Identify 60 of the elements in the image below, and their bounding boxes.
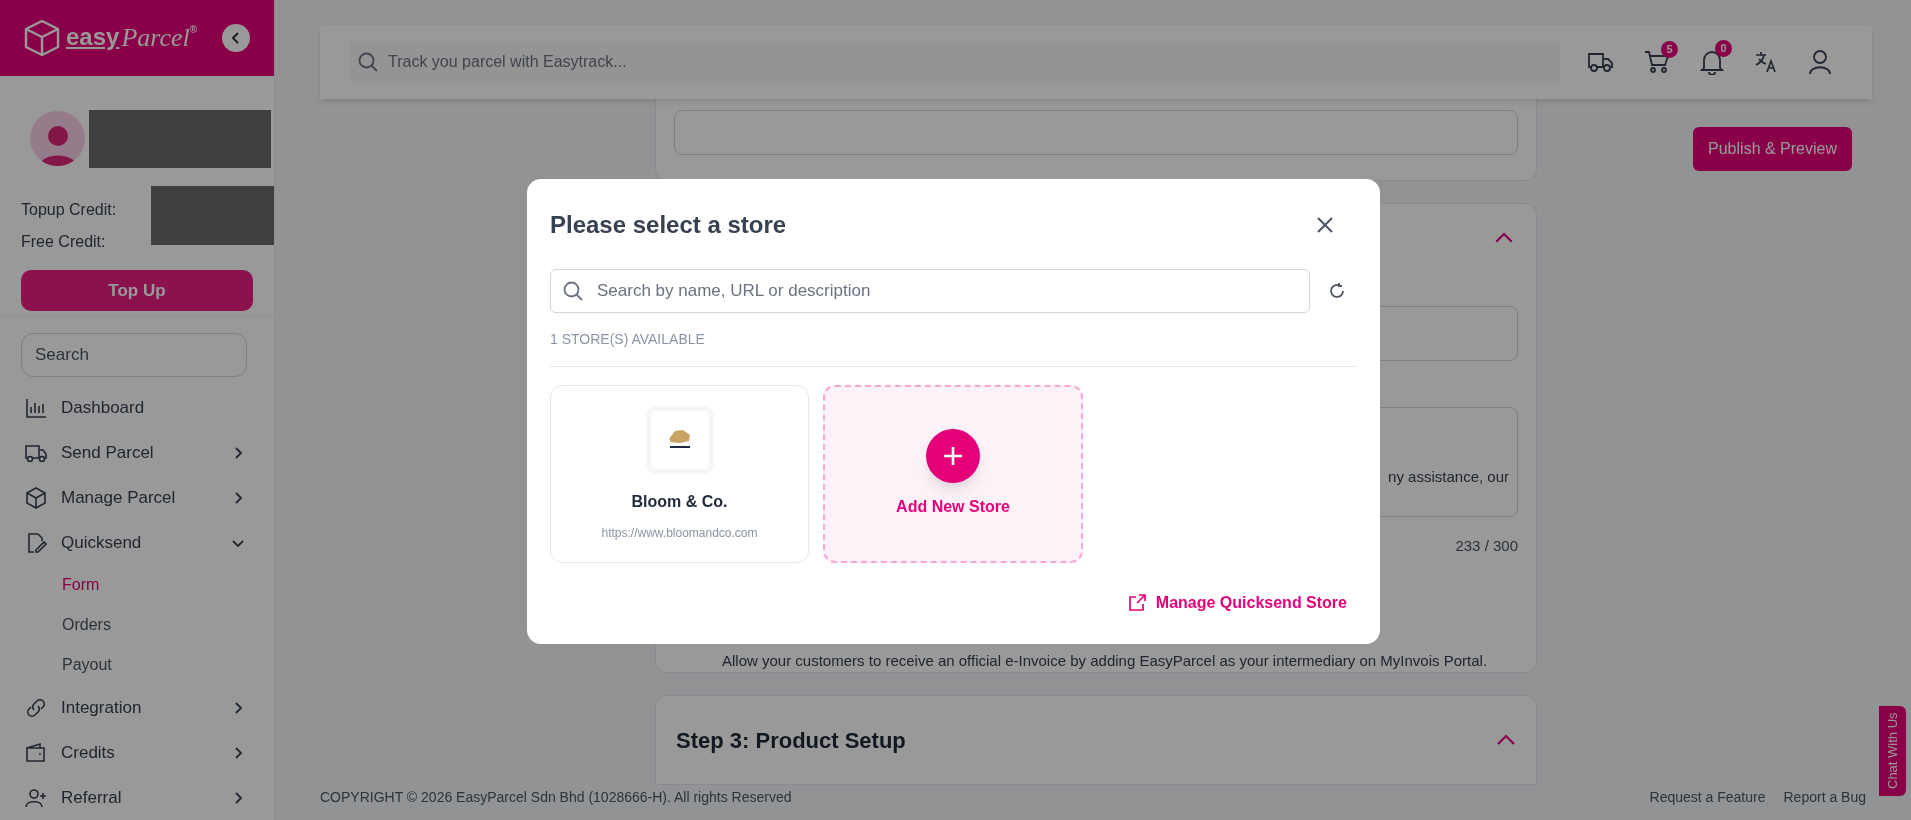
nav-item[interactable]: Integration (0, 685, 274, 730)
cube-logo-icon (24, 18, 60, 57)
wallet-icon (25, 741, 47, 764)
submenu-item[interactable]: Form (0, 565, 274, 605)
store-url: https://www.bloomandco.com (601, 525, 758, 542)
close-icon[interactable] (1317, 217, 1333, 233)
chevron-right-icon (232, 701, 244, 714)
cart-count-badge: 5 (1661, 41, 1678, 59)
nav-item[interactable]: Quicksend (0, 520, 274, 565)
nav-item[interactable]: Referral (0, 775, 274, 820)
nav-item[interactable]: Manage Parcel (0, 475, 274, 520)
chevron-up-icon[interactable] (1496, 734, 1516, 747)
file-edit-icon (25, 531, 47, 554)
bar-chart-icon (25, 396, 47, 419)
nav-item[interactable]: Dashboard (0, 385, 274, 430)
chevron-right-icon (232, 791, 244, 804)
submenu-item[interactable]: Orders (0, 605, 274, 645)
chevron-right-icon (232, 491, 244, 504)
copyright-text: COPYRIGHT © 2026 EasyParcel Sdn Bhd (1028666-H). All rights Reserved (320, 788, 792, 808)
store-name: Bloom & Co. (631, 492, 728, 512)
search-icon (563, 281, 583, 301)
collapse-button[interactable] (222, 23, 250, 52)
store-count: 1 STORE(S) AVAILABLE (550, 330, 706, 349)
input-field[interactable] (674, 110, 1518, 156)
submenu-item[interactable]: Payout (0, 645, 274, 685)
nav-item[interactable]: Credits (0, 730, 274, 775)
user-plus-icon (25, 786, 47, 809)
brand-logo: easyParcel® (66, 24, 198, 51)
add-store-label: Add New Store (896, 497, 1010, 517)
refresh-icon[interactable] (1328, 282, 1346, 300)
chevron-left-icon (231, 31, 241, 44)
link-icon (25, 696, 47, 719)
plus-icon (926, 429, 980, 483)
truck-icon[interactable] (1588, 51, 1614, 74)
translate-icon[interactable] (1754, 50, 1778, 75)
external-link-icon (1127, 594, 1146, 612)
dialog-title: Please select a store (550, 210, 787, 240)
notification-count-badge: 0 (1715, 40, 1732, 58)
search-icon (358, 52, 378, 73)
user-icon[interactable] (1808, 49, 1832, 76)
text-area-content: ny assistance, our (1388, 466, 1509, 487)
cube-icon (25, 486, 47, 509)
credit-label: Free Credit: (21, 231, 107, 252)
top-up-button[interactable]: Top Up (21, 269, 253, 312)
add-store-card[interactable]: Add New Store (823, 385, 1083, 563)
e-invoice-description: Allow your customers to receive an official e-Invoice by adding EasyParcel as your intermediary on MyInvois Portal. (722, 650, 1489, 671)
credit-label: Topup Credit: (21, 199, 118, 220)
store-card[interactable]: Bloom & Co. https://www.bloomandco.com (550, 385, 809, 563)
nav-item[interactable]: Send Parcel (0, 430, 274, 475)
manage-store-link[interactable]: Manage Quicksend Store (1127, 591, 1347, 615)
publish-preview-button[interactable]: Publish & Preview (1693, 127, 1852, 172)
step-title: Step 3: Product Setup (676, 726, 906, 755)
store-logo-image (645, 406, 714, 474)
footer-link[interactable]: Report a Bug (1783, 787, 1866, 809)
footer-link[interactable]: Request a Feature (1649, 787, 1766, 809)
chevron-right-icon (232, 446, 244, 459)
chevron-up-icon[interactable] (1494, 232, 1514, 244)
chevron-right-icon (232, 746, 244, 759)
character-counter: 233 / 300 (1455, 536, 1518, 557)
chat-tab[interactable]: Chat With Us (1879, 706, 1906, 796)
